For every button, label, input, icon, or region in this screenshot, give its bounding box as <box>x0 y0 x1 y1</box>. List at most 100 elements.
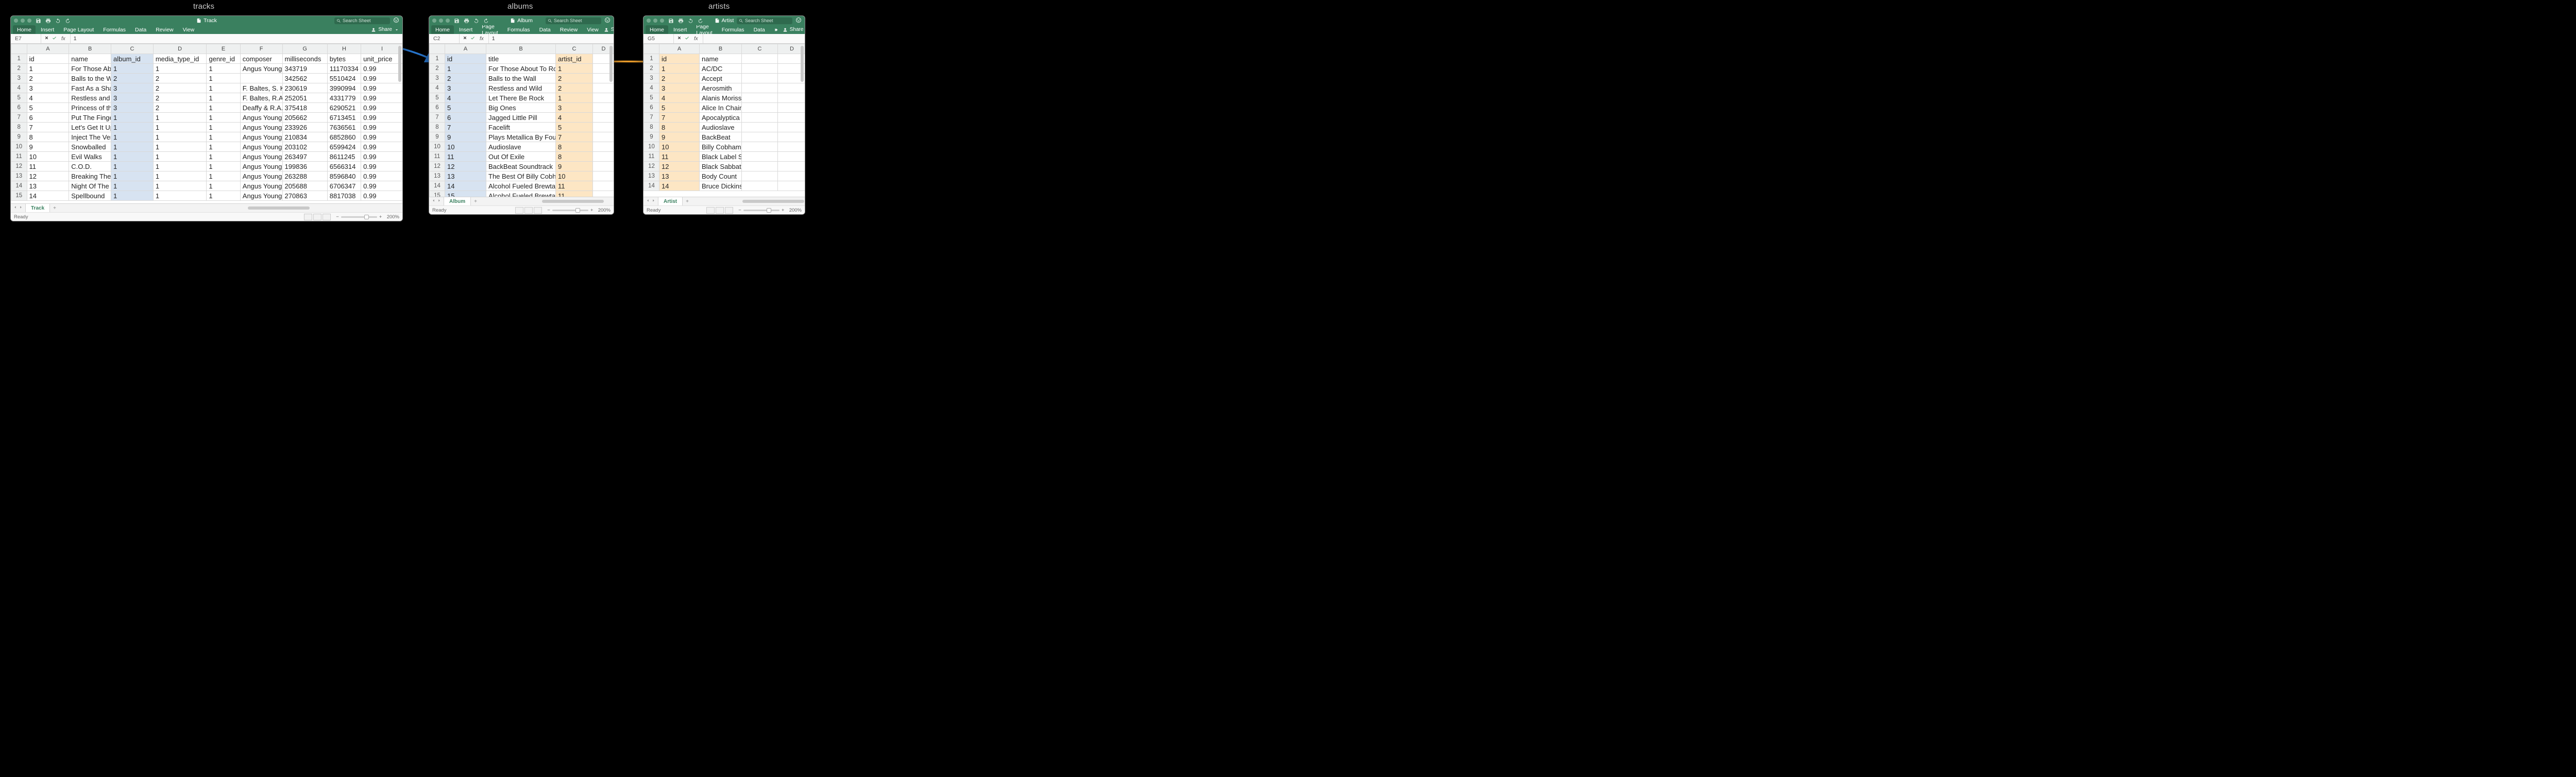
traffic-lights[interactable] <box>432 19 450 23</box>
cell[interactable]: 5510424 <box>327 74 361 83</box>
undo-icon[interactable] <box>55 18 61 24</box>
cell[interactable]: Inject The Venom <box>69 132 111 142</box>
cell[interactable]: 205688 <box>282 181 327 191</box>
cell[interactable] <box>742 152 778 162</box>
cell[interactable]: 343719 <box>282 64 327 74</box>
cell[interactable]: 1 <box>111 132 154 142</box>
cell[interactable]: Deaffy & R.A. <box>240 103 282 113</box>
cell[interactable]: 3 <box>445 83 486 93</box>
row-header[interactable]: 10 <box>430 142 445 152</box>
row-header[interactable]: 12 <box>11 162 27 171</box>
row-header[interactable]: 9 <box>430 132 445 142</box>
cell[interactable]: artist_id <box>556 54 593 64</box>
row-header[interactable]: 12 <box>644 162 659 171</box>
save-icon[interactable] <box>668 18 674 24</box>
cell[interactable]: 0.99 <box>361 132 402 142</box>
cell[interactable]: 1 <box>207 74 240 83</box>
cell[interactable]: 1 <box>207 181 240 191</box>
cell[interactable]: Let's Get It Up <box>69 123 111 132</box>
cell[interactable]: 5 <box>445 103 486 113</box>
column-header[interactable]: H <box>327 44 361 54</box>
cell[interactable]: 0.99 <box>361 181 402 191</box>
ribbon-more-icon[interactable] <box>770 25 782 34</box>
add-sheet-button[interactable]: + <box>471 199 480 204</box>
cell[interactable]: Restless and Wild <box>486 83 556 93</box>
cell[interactable]: 10 <box>445 142 486 152</box>
sheet-nav-next-icon[interactable] <box>651 198 656 204</box>
cell[interactable]: 3 <box>27 83 69 93</box>
cell[interactable]: 14 <box>27 191 69 201</box>
cell[interactable]: 0.99 <box>361 64 402 74</box>
cell[interactable]: For Those About To Rock <box>486 64 556 74</box>
confirm-icon[interactable] <box>52 36 57 42</box>
cell[interactable]: 0.99 <box>361 113 402 123</box>
redo-icon[interactable] <box>698 18 703 24</box>
cell[interactable]: 7 <box>27 123 69 132</box>
cell[interactable]: 11 <box>445 152 486 162</box>
cell[interactable]: 6706347 <box>327 181 361 191</box>
row-header[interactable]: 4 <box>11 83 27 93</box>
cancel-icon[interactable] <box>677 36 682 42</box>
row-header[interactable]: 11 <box>644 152 659 162</box>
cell[interactable]: 1 <box>153 132 207 142</box>
cell[interactable]: 0.99 <box>361 171 402 181</box>
cell[interactable]: 11 <box>556 191 593 197</box>
spreadsheet-grid[interactable]: ABCDEFGHI1idnamealbum_idmedia_type_idgen… <box>11 44 402 203</box>
save-icon[interactable] <box>454 18 460 24</box>
name-box[interactable]: E7 <box>11 34 41 43</box>
cell[interactable]: Angus Young <box>240 191 282 201</box>
share-button[interactable]: Share <box>371 25 400 34</box>
cell[interactable]: 233926 <box>282 123 327 132</box>
row-header[interactable]: 6 <box>430 103 445 113</box>
cell[interactable]: Restless and Wild <box>69 93 111 103</box>
cell[interactable]: 1 <box>207 103 240 113</box>
add-sheet-button[interactable]: + <box>50 205 59 211</box>
cell[interactable]: 342562 <box>282 74 327 83</box>
redo-icon[interactable] <box>65 18 71 24</box>
cell[interactable]: 4 <box>27 93 69 103</box>
zoom-control[interactable]: − + 200% <box>738 208 802 213</box>
save-icon[interactable] <box>36 18 41 24</box>
cell[interactable]: 9 <box>27 142 69 152</box>
cell[interactable]: Angus Young <box>240 123 282 132</box>
row-header[interactable]: 11 <box>430 152 445 162</box>
feedback-icon[interactable] <box>795 17 802 25</box>
cell[interactable]: 2 <box>111 74 154 83</box>
cell[interactable]: 1 <box>207 152 240 162</box>
cell[interactable]: 4 <box>659 93 700 103</box>
ribbon-tab-page-layout[interactable]: Page Layout <box>692 25 717 34</box>
cell[interactable]: 11170334 <box>327 64 361 74</box>
cell[interactable]: 4331779 <box>327 93 361 103</box>
cell[interactable]: 6566314 <box>327 162 361 171</box>
feedback-icon[interactable] <box>393 17 399 25</box>
cell[interactable]: 270863 <box>282 191 327 201</box>
ribbon-tab-home[interactable]: Home <box>646 25 668 34</box>
row-header[interactable]: 14 <box>430 181 445 191</box>
cell[interactable]: Balls to the Wall <box>486 74 556 83</box>
cell[interactable]: Apocalyptica <box>700 113 742 123</box>
column-header[interactable]: I <box>361 44 402 54</box>
cell[interactable]: Out Of Exile <box>486 152 556 162</box>
cell[interactable]: 12 <box>445 162 486 171</box>
cell[interactable]: Alice In Chains <box>700 103 742 113</box>
share-button[interactable]: Share <box>604 25 614 34</box>
cell[interactable]: 6 <box>445 113 486 123</box>
cell[interactable]: 7 <box>445 123 486 132</box>
cell[interactable]: 1 <box>153 162 207 171</box>
cell[interactable]: 263288 <box>282 171 327 181</box>
ribbon-tab-data[interactable]: Data <box>535 25 555 34</box>
cell[interactable]: C.O.D. <box>69 162 111 171</box>
column-header[interactable]: C <box>742 44 778 54</box>
column-header[interactable]: E <box>207 44 240 54</box>
cell[interactable]: 1 <box>207 191 240 201</box>
cell[interactable]: 9 <box>445 132 486 142</box>
row-header[interactable]: 7 <box>430 113 445 123</box>
cell[interactable]: Night Of The Long Knives <box>69 181 111 191</box>
search-input[interactable]: Search Sheet <box>546 18 601 24</box>
cell[interactable]: Black Label Society <box>700 152 742 162</box>
row-header[interactable]: 2 <box>11 64 27 74</box>
cell[interactable]: 5 <box>556 123 593 132</box>
cell[interactable]: 0.99 <box>361 93 402 103</box>
sheet-tab[interactable]: Artist <box>658 197 683 205</box>
cell[interactable]: 7 <box>659 113 700 123</box>
